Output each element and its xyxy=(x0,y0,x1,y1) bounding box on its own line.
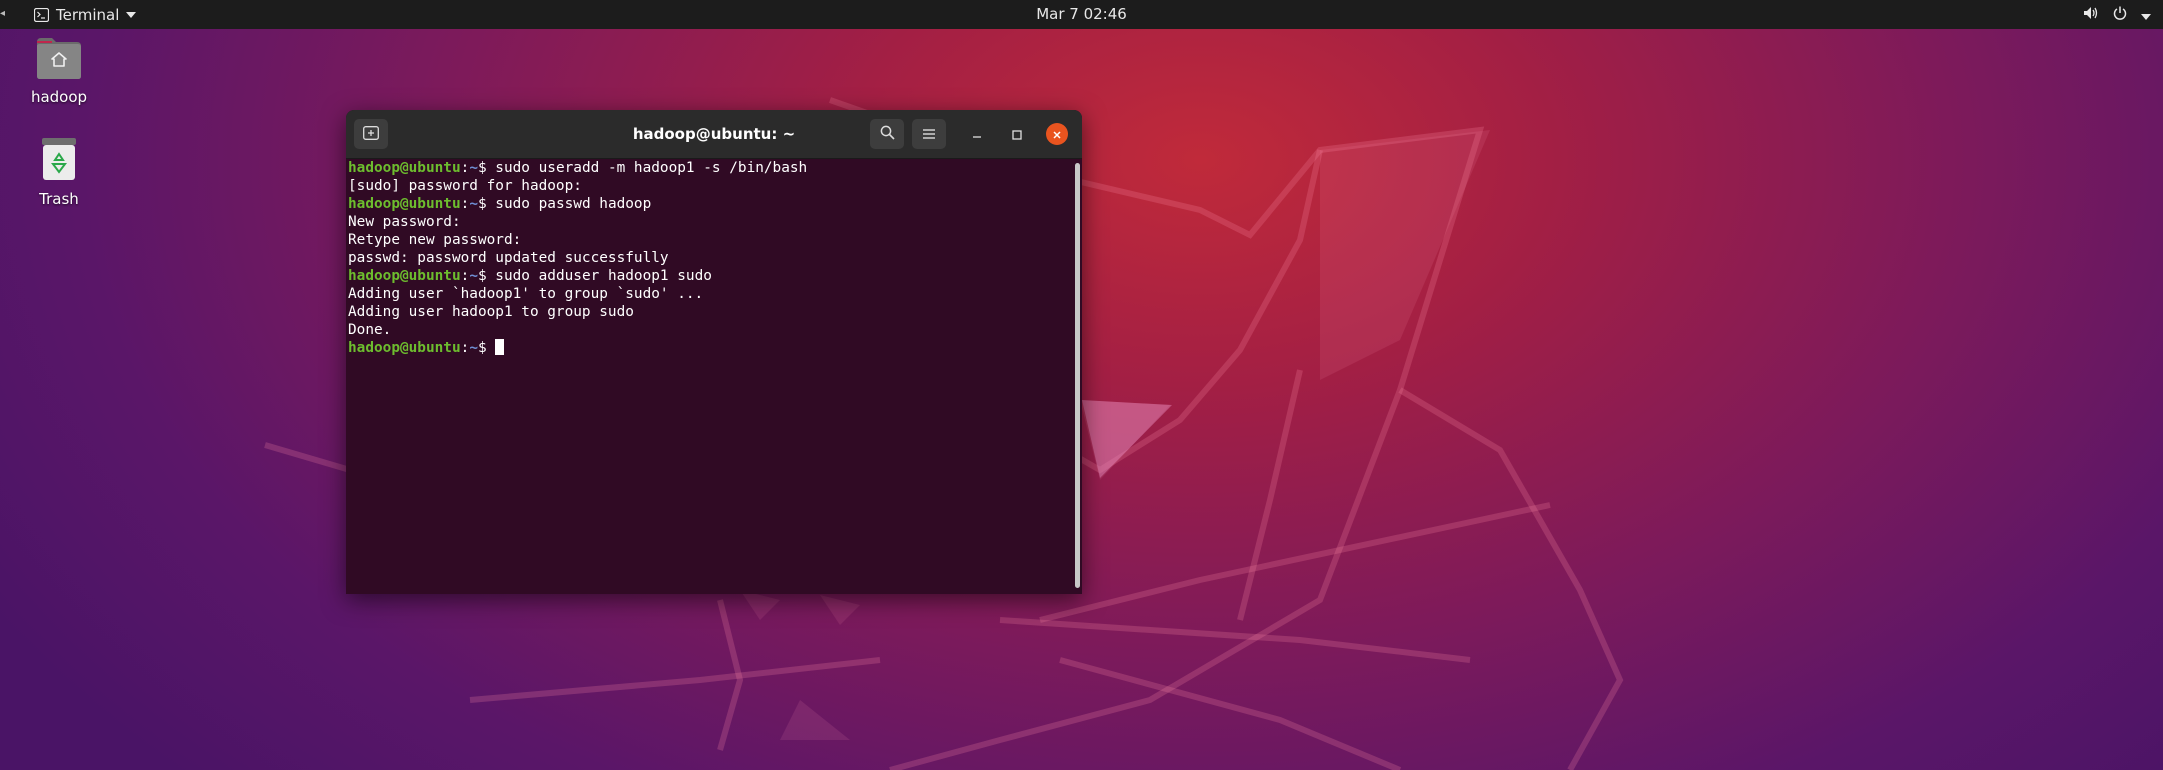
prompt-separator: : xyxy=(460,268,470,284)
close-button[interactable] xyxy=(1046,123,1068,145)
app-menu-label: Terminal xyxy=(56,5,120,24)
maximize-button[interactable] xyxy=(1006,123,1028,145)
maximize-icon xyxy=(1012,125,1022,144)
prompt-user: hadoop@ubuntu xyxy=(348,196,461,212)
output-line: Adding user hadoop1 to group sudo xyxy=(348,304,634,320)
clock[interactable]: Mar 7 02:46 xyxy=(1036,5,1127,23)
volume-icon[interactable] xyxy=(2083,6,2099,24)
terminal-titlebar[interactable]: hadoop@ubuntu: ~ xyxy=(346,110,1082,159)
output-line: Adding user `hadoop1' to group `sudo' ..… xyxy=(348,286,704,302)
desktop-home-label: hadoop xyxy=(30,88,88,106)
power-icon[interactable] xyxy=(2113,6,2127,24)
search-icon xyxy=(880,125,895,144)
prompt-line: hadoop@ubuntu:~$ sudo adduser hadoop1 su… xyxy=(348,267,1072,285)
system-tray[interactable] xyxy=(2083,0,2151,29)
text-cursor xyxy=(495,339,505,355)
minimize-icon xyxy=(972,125,982,144)
output-line: Retype new password: xyxy=(348,232,522,248)
prompt-line: hadoop@ubuntu:~$ sudo passwd hadoop xyxy=(348,195,1072,213)
command-text: $ sudo passwd hadoop xyxy=(477,196,652,212)
output-line: New password: xyxy=(348,214,461,230)
prompt-separator: : xyxy=(460,340,470,356)
terminal-output[interactable]: hadoop@ubuntu:~$ sudo useradd -m hadoop1… xyxy=(346,159,1072,594)
scrollbar-thumb[interactable] xyxy=(1075,163,1080,588)
desktop-trash[interactable]: Trash xyxy=(14,136,104,208)
search-button[interactable] xyxy=(870,119,904,149)
home-folder-icon xyxy=(14,36,104,84)
top-bar: ◂ Terminal Mar 7 02:46 xyxy=(0,0,2163,29)
dropdown-caret-icon xyxy=(126,11,137,18)
output-line: [sudo] password for hadoop: xyxy=(348,178,582,194)
command-text: $ sudo adduser hadoop1 sudo xyxy=(477,268,712,284)
prompt-line: hadoop@ubuntu:~$ sudo useradd -m hadoop1… xyxy=(348,159,1072,177)
terminal-window[interactable]: hadoop@ubuntu: ~ hadoop@ubuntu:~$ sudo u… xyxy=(346,110,1082,594)
app-menu-terminal[interactable]: Terminal xyxy=(34,0,137,29)
new-tab-icon xyxy=(363,125,379,144)
activities-stub[interactable]: ◂ xyxy=(0,8,5,20)
command-text: $ sudo useradd -m hadoop1 -s /bin/bash xyxy=(477,160,808,176)
system-menu-caret-icon[interactable] xyxy=(2141,6,2151,24)
output-line: Done. xyxy=(348,322,392,338)
output-line: passwd: password updated successfully xyxy=(348,250,669,266)
terminal-icon xyxy=(34,7,49,22)
prompt-separator: : xyxy=(460,196,470,212)
prompt-line: hadoop@ubuntu:~$ xyxy=(348,339,1072,357)
command-text: $ xyxy=(477,340,496,356)
new-tab-button[interactable] xyxy=(354,119,388,149)
prompt-path: ~ xyxy=(469,160,478,176)
prompt-separator: : xyxy=(460,160,470,176)
prompt-user: hadoop@ubuntu xyxy=(348,160,461,176)
hamburger-menu-icon xyxy=(922,125,936,144)
minimize-button[interactable] xyxy=(966,123,988,145)
prompt-path: ~ xyxy=(469,196,478,212)
close-icon xyxy=(1052,125,1062,144)
prompt-path: ~ xyxy=(469,340,478,356)
prompt-user: hadoop@ubuntu xyxy=(348,340,461,356)
desktop-home-folder[interactable]: hadoop xyxy=(14,36,104,106)
prompt-user: hadoop@ubuntu xyxy=(348,268,461,284)
trash-icon xyxy=(14,136,104,186)
hamburger-menu-button[interactable] xyxy=(912,119,946,149)
desktop-trash-label: Trash xyxy=(39,190,79,208)
terminal-scrollbar[interactable] xyxy=(1072,159,1082,594)
prompt-path: ~ xyxy=(469,268,478,284)
